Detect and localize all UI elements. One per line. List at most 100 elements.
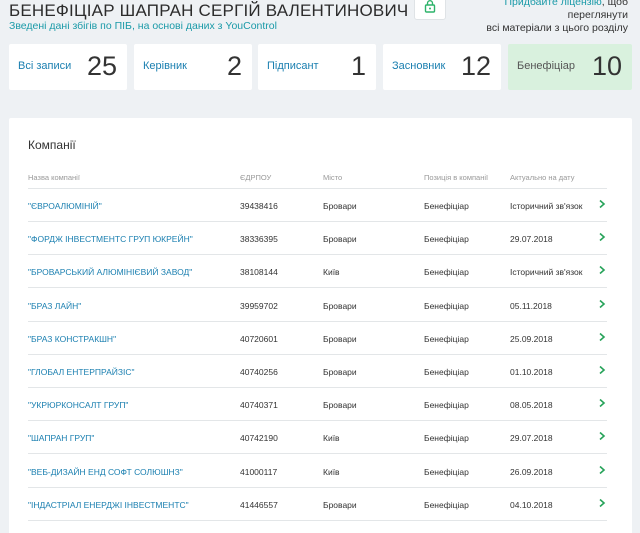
table-row[interactable]: "ШАПРАН ГРУП" 40742190 Київ Бенефіціар 29.07… [28,421,607,455]
chevron-right-icon[interactable] [597,199,607,209]
tab-count: 2 [226,51,242,81]
column-header-code: ЄДРПОУ [240,173,272,182]
tab-count: 25 [86,51,117,81]
tab-label: Підписант [267,60,319,72]
chevron-right-icon[interactable] [597,365,607,375]
company-city: Київ [323,433,340,444]
company-city: Бровари [323,499,357,510]
tab-founder[interactable]: Засновник 12 [383,44,501,90]
company-city: Бровари [323,400,357,411]
table-row[interactable]: "ВЕБ-ДИЗАЙН ЕНД СОФТ СОЛЮШНЗ" 41000117 Киї… [28,455,607,488]
company-name-link[interactable]: "ВЕБ-ДИЗАЙН ЕНД СОФТ СОЛЮШНЗ" [28,467,183,477]
company-position: Бенефіціар [424,433,469,444]
company-city: Бровари [323,300,357,311]
company-name-link[interactable]: "БРОВАРСЬКИЙ АЛЮМІНІЄВИЙ ЗАВОД" [28,267,192,277]
company-position: Бенефіціар [424,300,469,311]
company-city: Київ [323,466,340,477]
tab-label: Всі записи [18,60,72,72]
companies-card: Компанії Назва компанії ЄДРПОУ Місто Поз… [9,118,632,533]
companies-title: Компанії [28,138,76,152]
company-code: 39959702 [240,300,278,311]
column-header-name: Назва компанії [28,173,80,182]
company-city: Бровари [323,201,357,211]
company-code: 40720601 [240,333,278,344]
page-subtitle: Зведені дані збігів по ПІБ, на основі да… [9,20,277,32]
table-row[interactable]: "БРОВАРСЬКИЙ АЛЮМІНІЄВИЙ ЗАВОД" 38108144 К… [28,255,607,289]
company-date: Історичний зв'язок [510,201,583,211]
company-date: 29.07.2018 [510,433,553,444]
table-row[interactable]: "ГЛОБАЛ ЕНТЕРПРАЙЗІС" 40740256 Бровари Бене… [28,355,607,388]
promo-text-2: всі матеріали з цього розділу [486,22,628,34]
table-row[interactable]: "БРАЗ ЛАЙН" 39959702 Бровари Бенефіціар 05.1… [28,289,607,322]
company-date: 29.07.2018 [510,234,553,245]
chevron-right-icon[interactable] [597,299,607,309]
table-row[interactable]: "УКРЮРКОНСАЛТ ГРУП" 40740371 Бровари Бенефі… [28,388,607,422]
company-name-link[interactable]: "ФОРДЖ ІНВЕСТМЕНТС ГРУП ЮКРЕЙН" [28,234,193,244]
column-header-date: Актуально на дату [510,173,575,182]
tab-director[interactable]: Керівник 2 [134,44,252,90]
company-code: 41000117 [240,466,278,477]
tab-count: 10 [591,51,622,81]
tab-label: Керівник [143,60,187,72]
chevron-right-icon[interactable] [597,431,607,441]
role-filter-tabs: Всі записи 25 Керівник 2 Підписант 1 Зас… [9,44,632,90]
company-name-link[interactable]: "ШАПРАН ГРУП" [28,433,94,443]
company-code: 40742190 [240,433,278,444]
table-row[interactable]: "БРАЗ КОНСТРАКШН" 40720601 Бровари Бенефіці… [28,322,607,355]
tab-all-records[interactable]: Всі записи 25 [9,44,127,90]
company-name-link[interactable]: "БРАЗ ЛАЙН" [28,301,81,311]
company-name-link[interactable]: "БРАЗ КОНСТРАКШН" [28,334,116,344]
tab-label: Засновник [392,60,446,72]
company-date: 26.09.2018 [510,466,553,477]
chevron-right-icon[interactable] [597,498,607,508]
company-code: 40740256 [240,367,278,377]
company-city: Бровари [323,333,357,344]
buy-license-link[interactable]: Придбайте ліцензію [504,0,601,8]
tab-label: Бенефіціар [517,60,576,72]
chevron-right-icon[interactable] [597,232,607,242]
company-position: Бенефіціар [424,400,469,411]
tab-count: 12 [460,51,491,81]
company-name-link[interactable]: "ГЛОБАЛ ЕНТЕРПРАЙЗІС" [28,367,135,377]
chevron-right-icon[interactable] [597,398,607,408]
lock-icon [414,0,446,20]
table-row[interactable]: "ЄВРОАЛЮМІНІЙ" 39438416 Бровари Бенефіціар І… [28,189,607,222]
tab-beneficiary[interactable]: Бенефіціар 10 [508,44,632,90]
company-position: Бенефіціар [424,466,469,477]
chevron-right-icon[interactable] [597,265,607,275]
company-code: 39438416 [240,201,278,211]
company-code: 38108144 [240,267,278,278]
company-name-link[interactable]: "УКРЮРКОНСАЛТ ГРУП" [28,400,128,410]
company-position: Бенефіціар [424,333,469,344]
company-name-link[interactable]: "ІНДАСТРІАЛ ЕНЕРДЖІ ІНВЕСТМЕНТС" [28,500,189,510]
company-code: 40740371 [240,400,278,411]
company-date: 01.10.2018 [510,367,553,377]
chevron-right-icon[interactable] [597,465,607,475]
company-date: 05.11.2018 [510,300,552,311]
page-header: БЕНЕФІЦІАР ШАПРАН СЕРГІЙ ВАЛЕНТИНОВИЧ Зв… [0,0,640,36]
column-header-position: Позиція в компанії [424,173,489,182]
tab-count: 1 [350,51,366,81]
company-date: 08.05.2018 [510,400,553,411]
license-promo: Придбайте ліцензію, щоб переглянути всі … [456,0,628,35]
company-position: Бенефіціар [424,267,469,278]
tab-signatory[interactable]: Підписант 1 [258,44,376,90]
company-date: 04.10.2018 [510,499,553,510]
chevron-right-icon[interactable] [597,332,607,342]
company-position: Бенефіціар [424,201,469,211]
page-title: БЕНЕФІЦІАР ШАПРАН СЕРГІЙ ВАЛЕНТИНОВИЧ [9,1,409,20]
company-position: Бенефіціар [424,499,469,510]
company-city: Київ [323,267,340,278]
table-row[interactable]: "ФОРДЖ ІНВЕСТМЕНТС ГРУП ЮКРЕЙН" 38336395 Б… [28,222,607,256]
table-row[interactable]: "ІНДАСТРІАЛ ЕНЕРДЖІ ІНВЕСТМЕНТС" 41446557… [28,488,607,521]
company-date: 25.09.2018 [510,333,553,344]
company-code: 41446557 [240,499,278,510]
company-date: Історичний зв'язок [510,267,583,278]
company-city: Бровари [323,234,357,245]
company-city: Бровари [323,367,357,377]
company-name-link[interactable]: "ЄВРОАЛЮМІНІЙ" [28,201,102,211]
company-code: 38336395 [240,234,278,245]
company-position: Бенефіціар [424,234,469,245]
lock-icon-svg [424,0,436,13]
company-position: Бенефіціар [424,367,469,377]
